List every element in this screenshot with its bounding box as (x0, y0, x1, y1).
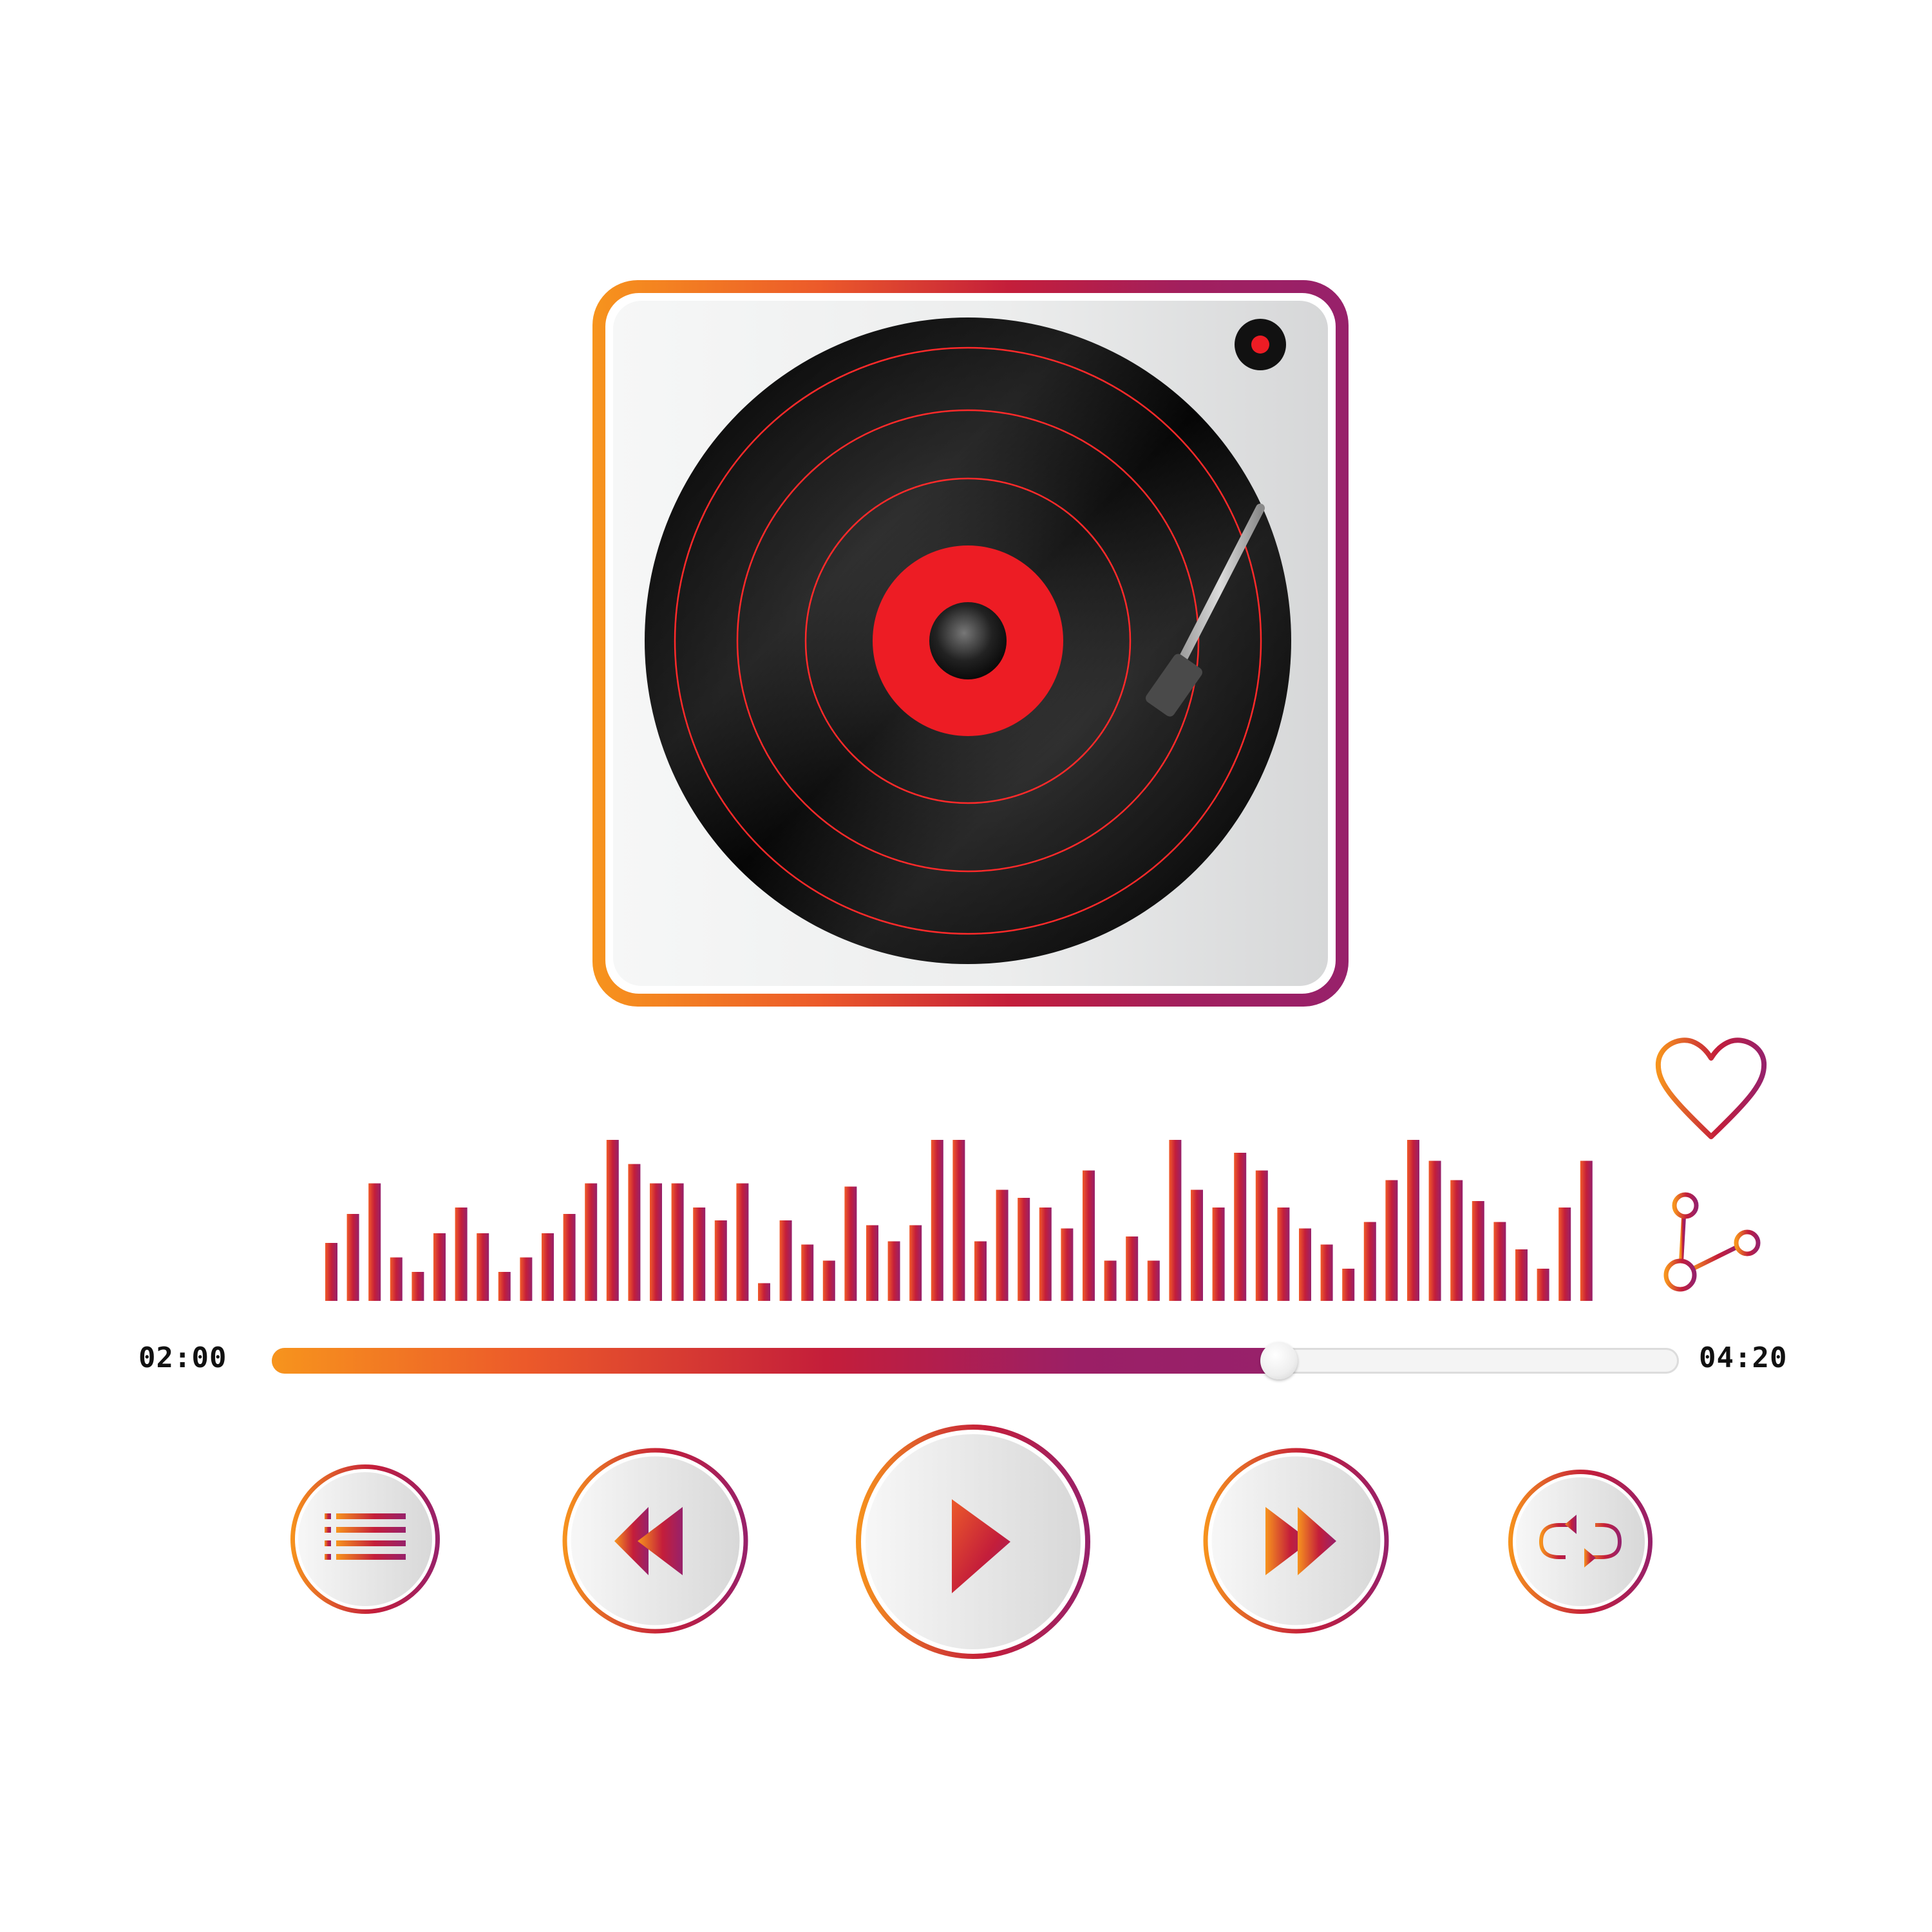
equalizer-bar (736, 1183, 749, 1301)
equalizer-bar (1580, 1160, 1593, 1301)
equalizer-bar (1385, 1180, 1398, 1301)
equalizer-bar (974, 1241, 987, 1301)
equalizer-bar (1191, 1189, 1203, 1301)
equalizer-bar (542, 1233, 554, 1301)
equalizer-bar (650, 1183, 662, 1301)
equalizer-bar (1083, 1170, 1095, 1301)
equalizer-bar (1320, 1244, 1333, 1301)
equalizer-bar (996, 1189, 1009, 1301)
equalizer-bar (1515, 1249, 1528, 1301)
equalizer-bar (1472, 1201, 1484, 1301)
elapsed-time: 02:00 (138, 1341, 227, 1374)
equalizer-bar (1407, 1140, 1419, 1301)
equalizer-bar (1363, 1222, 1376, 1301)
equalizer-bar (931, 1140, 943, 1301)
equalizer-bar (455, 1208, 468, 1301)
equalizer-bar (1558, 1208, 1571, 1301)
equalizer-bar (693, 1208, 706, 1301)
equalizer-bar (346, 1214, 359, 1301)
equalizer-bar (1212, 1208, 1225, 1301)
equalizer-bar (1104, 1260, 1117, 1301)
play-button[interactable] (853, 1422, 1093, 1662)
progress-bar[interactable] (272, 1342, 1679, 1379)
equalizer-bar (866, 1225, 878, 1301)
equalizer-bar (844, 1186, 857, 1301)
equalizer-bar (1428, 1160, 1441, 1301)
equalizer-bar (887, 1241, 900, 1301)
share-icon (1663, 1192, 1761, 1292)
equalizer-bar (952, 1140, 965, 1301)
equalizer-bar (412, 1272, 424, 1301)
equalizer-bar (498, 1272, 511, 1301)
fast-forward-button[interactable] (1201, 1446, 1391, 1636)
equalizer-bar (779, 1220, 792, 1301)
equalizer-bar (1537, 1269, 1549, 1301)
progress-fill (272, 1348, 1280, 1374)
rewind-icon (562, 1448, 748, 1634)
equalizer-bar (1018, 1198, 1030, 1301)
equalizer-bar (1299, 1228, 1311, 1301)
equalizer-bar (758, 1283, 770, 1301)
equalizer-bar (714, 1220, 727, 1301)
rewind-button[interactable] (560, 1446, 750, 1636)
play-icon (856, 1425, 1090, 1659)
equalizer-bar (1039, 1208, 1052, 1301)
equalizer-bar (909, 1225, 922, 1301)
repeat-icon (1508, 1470, 1653, 1614)
equalizer-bar (325, 1243, 337, 1301)
progress-thumb[interactable] (1260, 1342, 1298, 1379)
equalizer-bar (390, 1257, 402, 1301)
list-icon (290, 1464, 440, 1614)
equalizer-bar (1169, 1140, 1182, 1301)
turntable-art (645, 317, 1291, 964)
equalizer-bar (671, 1183, 684, 1301)
equalizer (325, 1127, 1613, 1304)
playlist-button[interactable] (288, 1462, 442, 1616)
total-time: 04:20 (1699, 1341, 1788, 1374)
equalizer-bar (433, 1233, 446, 1301)
equalizer-bar (1342, 1269, 1355, 1301)
equalizer-bar (1126, 1236, 1139, 1301)
record-spindle (929, 602, 1007, 679)
equalizer-bar (1277, 1208, 1290, 1301)
equalizer-bar (477, 1233, 489, 1301)
equalizer-bar (520, 1257, 533, 1301)
turntable-plate (613, 301, 1328, 986)
heart-icon (1655, 1037, 1767, 1139)
equalizer-bar (1234, 1153, 1247, 1301)
equalizer-bar (585, 1183, 598, 1301)
equalizer-bar (1255, 1170, 1268, 1301)
turntable-frame (605, 293, 1336, 994)
music-player: 02:00 04:20 (0, 0, 1932, 1932)
equalizer-bar (368, 1183, 381, 1301)
equalizer-bar (1147, 1260, 1160, 1301)
equalizer-bar (822, 1260, 835, 1301)
equalizer-bar (801, 1244, 814, 1301)
equalizer-bar (1493, 1222, 1506, 1301)
equalizer-bar (1450, 1180, 1463, 1301)
equalizer-bar (628, 1164, 641, 1301)
equalizer-bar (1061, 1228, 1074, 1301)
favorite-button[interactable] (1652, 1034, 1771, 1146)
turntable-card (592, 280, 1349, 1007)
share-button[interactable] (1652, 1191, 1771, 1304)
repeat-button[interactable] (1506, 1467, 1655, 1616)
equalizer-bar (606, 1140, 619, 1301)
equalizer-bar (563, 1214, 576, 1301)
fast-forward-icon (1203, 1448, 1389, 1634)
equalizer-bars (325, 1140, 1593, 1301)
